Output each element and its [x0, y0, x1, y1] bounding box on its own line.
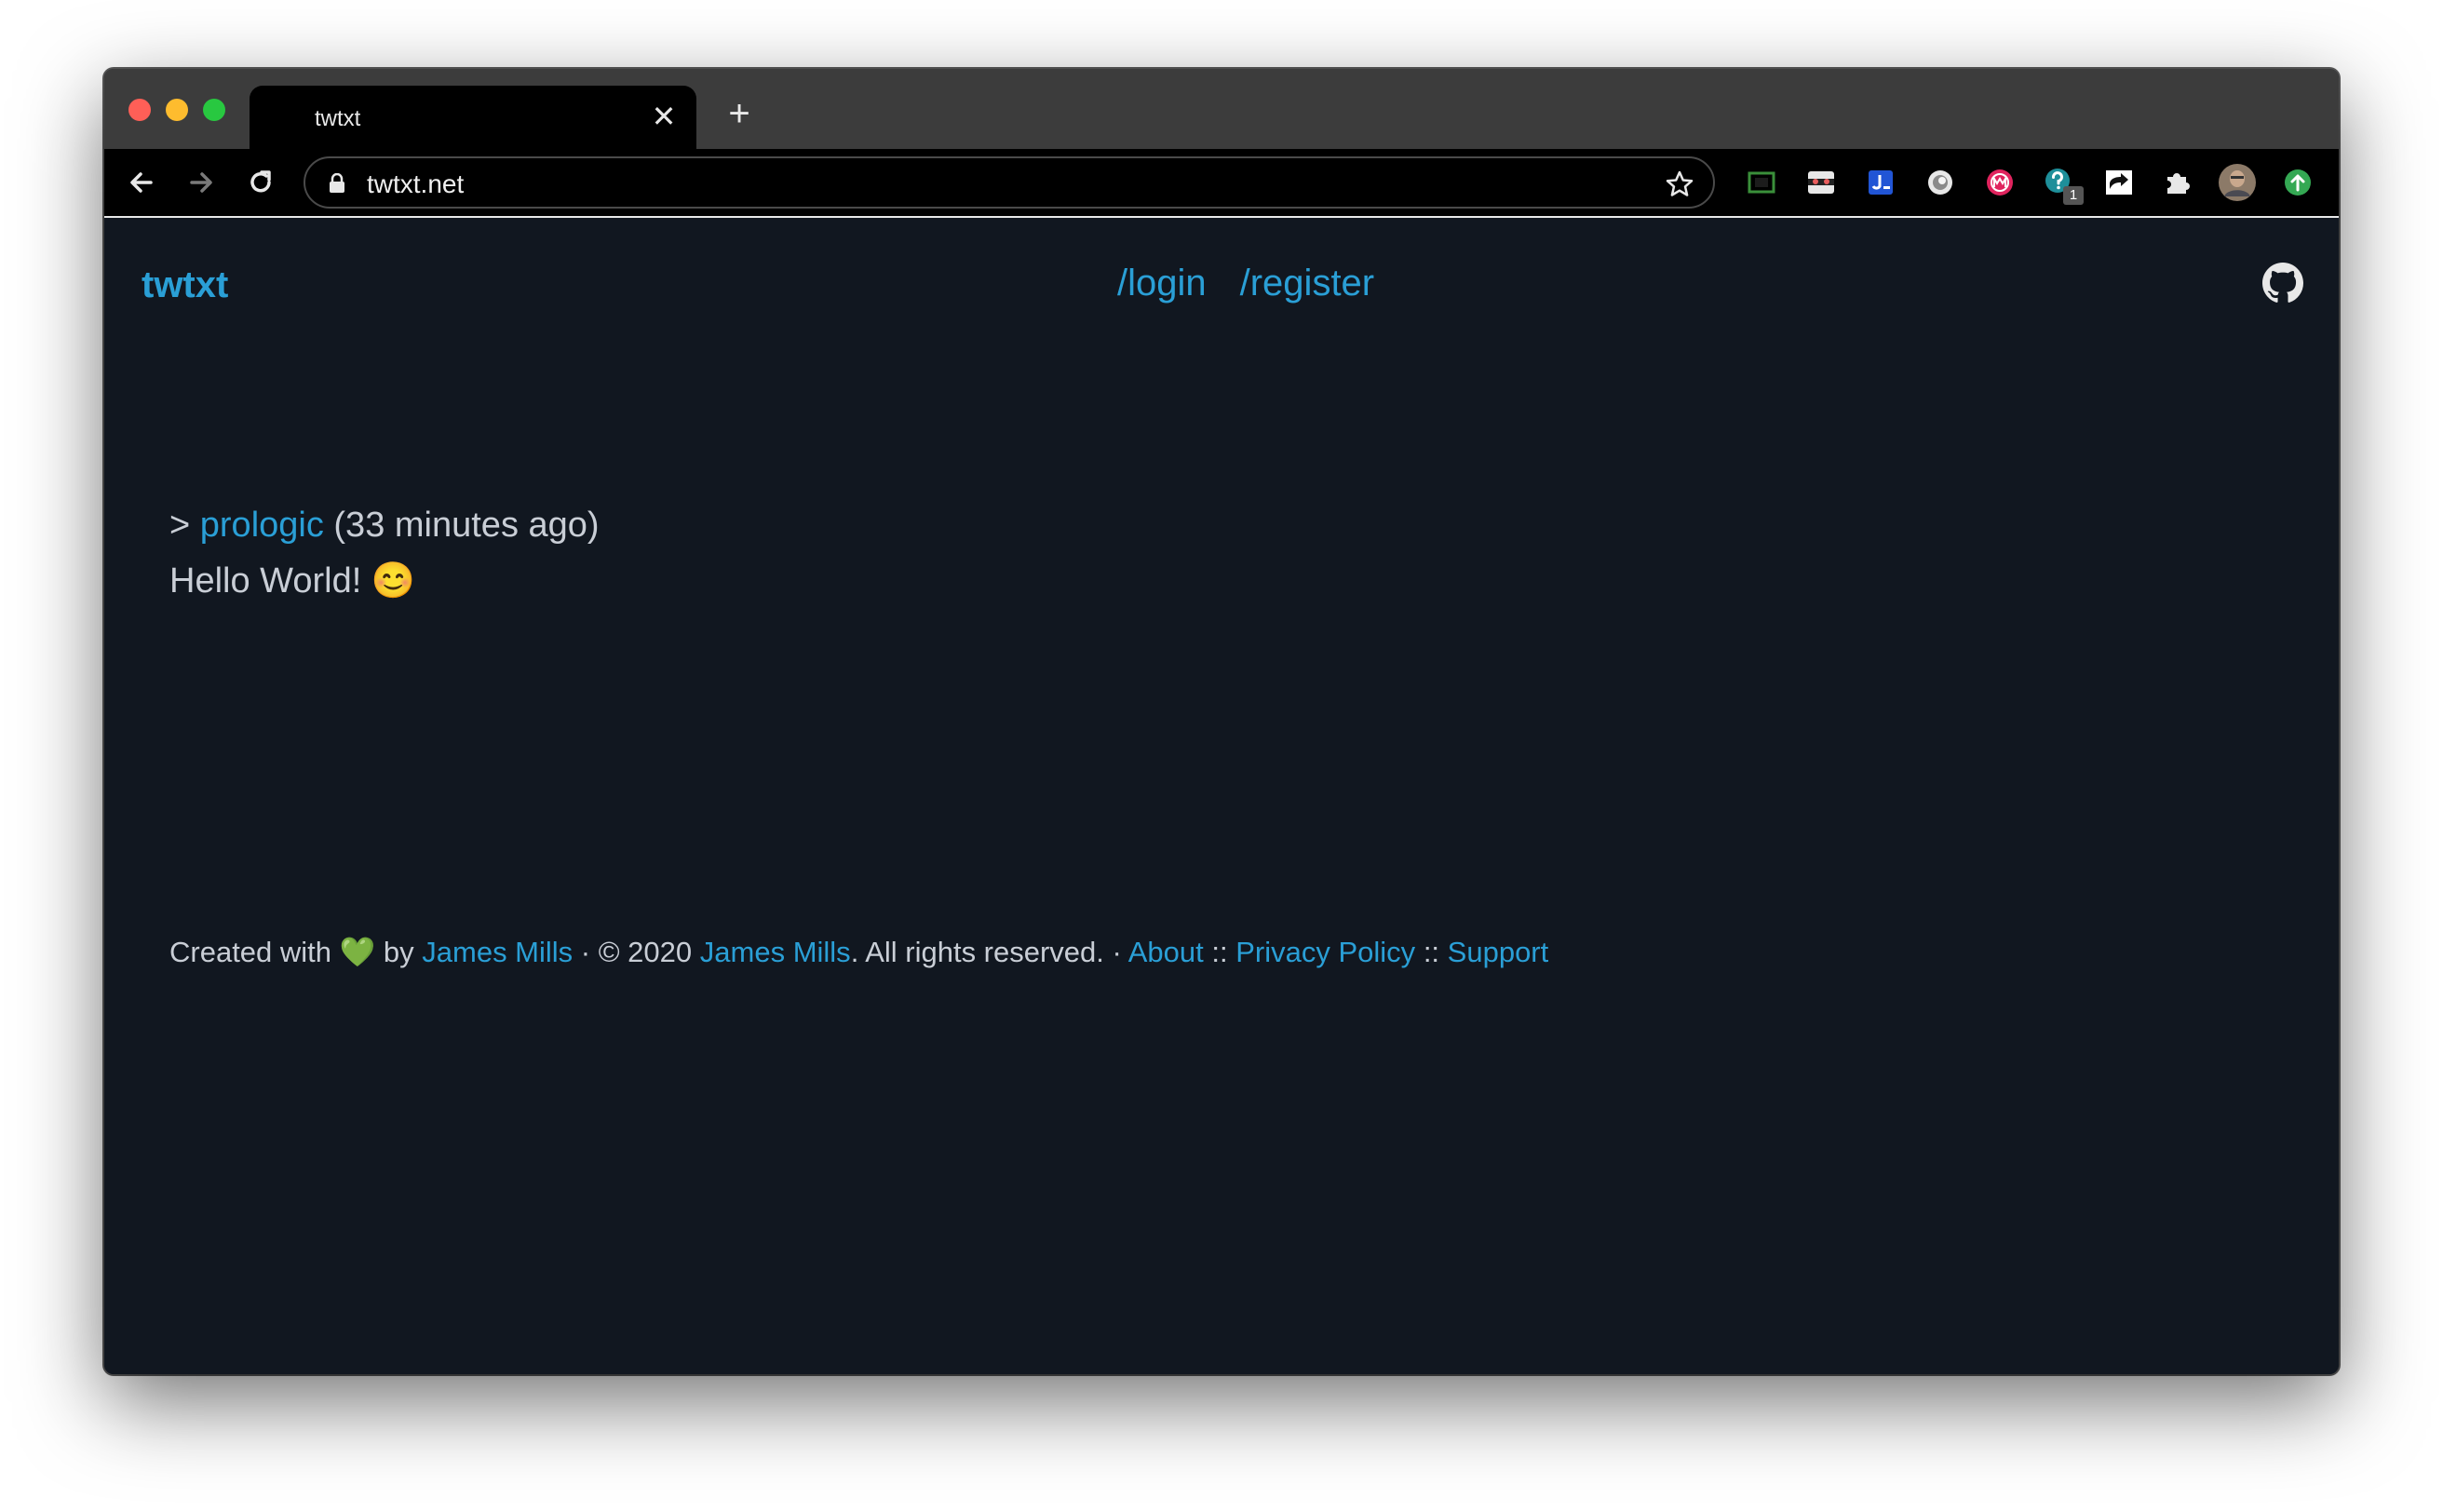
twt-post: > prologic (33 minutes ago) Hello World!…	[169, 497, 600, 609]
post-text: Hello World!	[169, 561, 362, 601]
tab-title: twtxt	[315, 106, 361, 131]
top-navigation: /login/register	[1117, 263, 1408, 304]
post-body: Hello World! 😊	[169, 553, 600, 609]
post-timestamp: (33 minutes ago)	[333, 506, 600, 545]
support-link[interactable]: Support	[1448, 936, 1549, 968]
address-bar[interactable]: twtxt.net	[304, 156, 1715, 209]
browser-window: twtxt ✕ + twtxt.net 1 twtxt /login /regi…	[104, 69, 2339, 1374]
m-extension-icon[interactable]	[1983, 166, 2017, 199]
url-text: twtxt.net	[367, 169, 465, 198]
new-tab-button[interactable]: +	[721, 95, 758, 134]
brand-link[interactable]: twtxt	[142, 264, 228, 306]
footer-copyright: · © 2020	[580, 936, 693, 968]
footer-rights: . All rights reserved. ·	[850, 936, 1122, 968]
zoom-window-button[interactable]	[203, 99, 225, 121]
about-link[interactable]: About	[1128, 936, 1204, 968]
github-icon[interactable]	[2262, 263, 2303, 304]
register-link[interactable]: /register	[1240, 263, 1375, 304]
minimize-window-button[interactable]	[166, 99, 188, 121]
extensions-puzzle-icon[interactable]	[2162, 166, 2195, 199]
login-link[interactable]: /login	[1117, 263, 1207, 304]
close-tab-icon[interactable]: ✕	[648, 101, 680, 132]
close-window-button[interactable]	[128, 99, 151, 121]
page-content: twtxt /login/register > prologic (33 min…	[104, 218, 2339, 1374]
forward-icon[interactable]	[182, 164, 220, 201]
profile-avatar[interactable]	[2218, 163, 2257, 202]
help-extension-button[interactable]: 1	[2043, 166, 2084, 205]
reload-icon[interactable]	[242, 164, 279, 201]
bookmark-star-icon[interactable]	[1665, 169, 1694, 199]
post-prefix: >	[169, 506, 191, 545]
smiling-emoji: 😊	[371, 561, 416, 601]
privacy-policy-link[interactable]: Privacy Policy	[1235, 936, 1415, 968]
tab-strip: twtxt ✕ +	[104, 69, 2339, 151]
footer-separator: ::	[1211, 936, 1228, 968]
footer-separator: ::	[1423, 936, 1440, 968]
jira-extension-icon[interactable]	[1864, 166, 1897, 199]
share-extension-icon[interactable]	[2102, 166, 2136, 199]
extension-badge: 1	[2063, 186, 2084, 205]
browser-toolbar: twtxt.net 1	[104, 149, 2339, 218]
back-icon[interactable]	[123, 164, 160, 201]
lock-icon	[330, 173, 344, 193]
post-header: > prologic (33 minutes ago)	[169, 497, 600, 553]
footer-by: by	[383, 936, 414, 968]
footer-created-with: Created with	[169, 936, 332, 968]
post-author-link[interactable]: prologic	[200, 506, 324, 545]
green-heart-emoji: 💚	[339, 936, 376, 968]
owner-link[interactable]: James Mills	[700, 936, 851, 968]
site-footer: Created with 💚 by James Mills · © 2020 J…	[169, 935, 1548, 969]
update-arrow-icon[interactable]	[2281, 166, 2315, 199]
screenshot-extension-icon[interactable]	[1745, 166, 1778, 199]
tab-twtxt[interactable]: twtxt ✕	[250, 86, 696, 151]
circle-extension-icon[interactable]	[1923, 166, 1957, 199]
incognito-extension-icon[interactable]	[1804, 166, 1838, 199]
author-link[interactable]: James Mills	[422, 936, 573, 968]
